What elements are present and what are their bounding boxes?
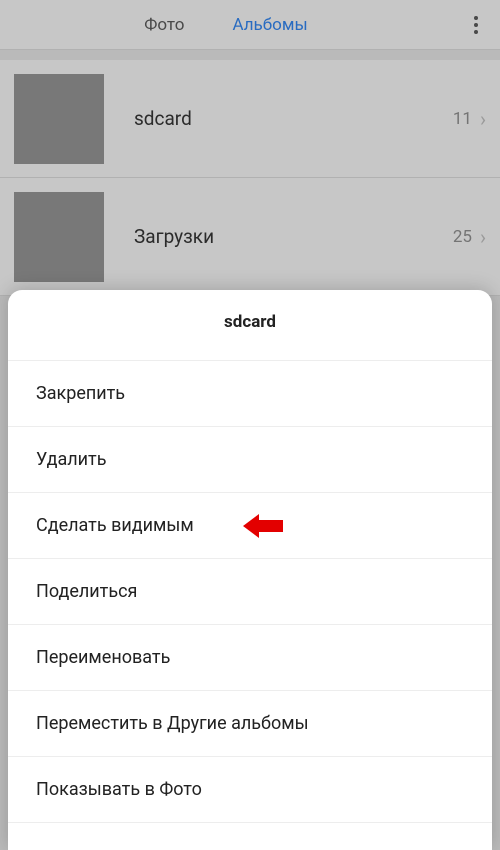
menu-item-rename[interactable]: Переименовать	[8, 625, 492, 691]
menu-item-delete[interactable]: Удалить	[8, 427, 492, 493]
menu-item-pin[interactable]: Закрепить	[8, 361, 492, 427]
menu-item-move[interactable]: Переместить в Другие альбомы	[8, 691, 492, 757]
sheet-title: sdcard	[8, 290, 492, 361]
gallery-screen: Фото Альбомы sdcard 11 › Загрузки 25 › s…	[0, 0, 500, 850]
arrow-left-icon	[243, 512, 283, 540]
context-menu-sheet: sdcard Закрепить Удалить Сделать видимым…	[8, 290, 492, 850]
menu-item-label: Сделать видимым	[36, 515, 194, 536]
menu-item-share[interactable]: Поделиться	[8, 559, 492, 625]
menu-item-make-visible[interactable]: Сделать видимым	[8, 493, 492, 559]
menu-item-show-in-photos[interactable]: Показывать в Фото	[8, 757, 492, 823]
